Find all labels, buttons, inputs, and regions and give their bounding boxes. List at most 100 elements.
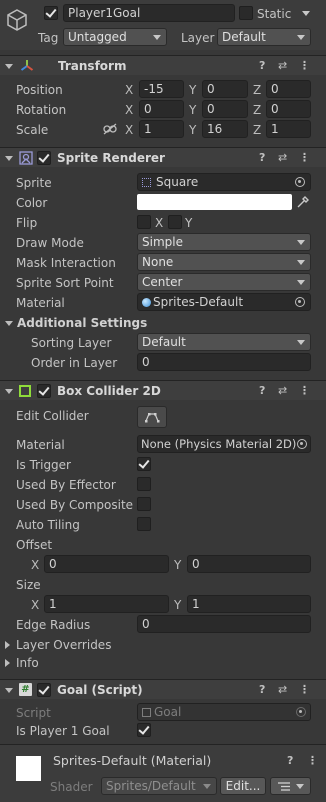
position-x-axis-label[interactable]: X xyxy=(125,83,133,97)
size-x-input[interactable]: 1 xyxy=(44,595,169,613)
rotation-z-axis-label[interactable]: Z xyxy=(253,103,261,117)
flip-y-checkbox[interactable] xyxy=(168,215,182,229)
scale-x-input[interactable]: 1 xyxy=(139,120,184,138)
rotation-y-input[interactable]: 0 xyxy=(202,100,248,118)
draw-mode-dropdown[interactable]: Simple xyxy=(137,233,311,251)
sprite-renderer-enabled-checkbox[interactable] xyxy=(37,151,51,165)
scale-y-input[interactable]: 16 xyxy=(202,120,248,138)
layer-dropdown[interactable]: Default xyxy=(217,28,311,46)
active-checkbox[interactable] xyxy=(44,6,58,20)
foldout-arrow-icon[interactable] xyxy=(5,688,13,693)
layer-overrides-foldout-icon[interactable] xyxy=(5,641,10,649)
more-menu-icon[interactable]: ⋮ xyxy=(299,60,310,72)
scale-y-axis-label[interactable]: Y xyxy=(189,123,196,137)
is-trigger-checkbox[interactable] xyxy=(137,457,151,471)
more-menu-icon[interactable]: ⋮ xyxy=(307,755,318,767)
offset-x-axis-label[interactable]: X xyxy=(31,558,39,572)
shader-edit-button[interactable]: Edit... xyxy=(220,777,266,795)
position-x-input[interactable]: -15 xyxy=(139,80,184,98)
mask-interaction-dropdown[interactable]: None xyxy=(137,253,311,271)
presets-icon[interactable]: ⇄ xyxy=(278,152,287,164)
used-by-composite-label: Used By Composite xyxy=(16,498,134,512)
transform-header[interactable]: Transform ? ⇄ ⋮ xyxy=(0,55,326,75)
material-label: Material xyxy=(16,296,65,310)
offset-y-input[interactable]: 0 xyxy=(187,555,311,573)
material-object-field[interactable]: Sprites-Default xyxy=(137,293,311,311)
additional-settings-label[interactable]: Additional Settings xyxy=(17,316,147,330)
used-by-effector-checkbox[interactable] xyxy=(137,477,151,491)
position-z-axis-label[interactable]: Z xyxy=(253,83,261,97)
layer-value: Default xyxy=(222,30,266,44)
foldout-arrow-icon[interactable] xyxy=(5,64,13,69)
object-picker-icon[interactable] xyxy=(297,439,307,449)
constrain-proportions-icon[interactable] xyxy=(103,123,117,135)
object-picker-icon[interactable] xyxy=(295,297,305,307)
presets-icon[interactable]: ⇄ xyxy=(278,385,287,397)
sprite-object-field[interactable]: Square xyxy=(137,173,311,191)
order-in-layer-input[interactable]: 0 xyxy=(137,353,311,371)
sprite-renderer-header[interactable]: Sprite Renderer ? ⇄ ⋮ xyxy=(0,147,326,167)
help-icon[interactable]: ? xyxy=(259,60,265,72)
shader-dropdown: Sprites/Default xyxy=(101,777,217,795)
material-section: Sprites-Default (Material) ? ⋮ Shader Sp… xyxy=(0,745,326,802)
layer-overrides-label[interactable]: Layer Overrides xyxy=(16,638,111,652)
mask-interaction-label: Mask Interaction xyxy=(16,256,116,270)
position-y-axis-label[interactable]: Y xyxy=(189,83,196,97)
used-by-composite-checkbox[interactable] xyxy=(137,497,151,511)
box-collider-enabled-checkbox[interactable] xyxy=(37,384,51,398)
goal-script-enabled-checkbox[interactable] xyxy=(37,683,51,697)
scale-x-axis-label[interactable]: X xyxy=(125,123,133,137)
help-icon[interactable]: ? xyxy=(259,385,265,397)
more-menu-icon[interactable]: ⋮ xyxy=(299,684,310,696)
foldout-arrow-icon[interactable] xyxy=(5,389,13,394)
scale-label: Scale xyxy=(16,123,49,137)
sprite-value: Square xyxy=(156,175,199,189)
eyedropper-icon[interactable] xyxy=(296,195,310,209)
static-dropdown-icon[interactable] xyxy=(302,11,310,16)
offset-x-input[interactable]: 0 xyxy=(44,555,169,573)
foldout-arrow-icon[interactable] xyxy=(5,156,13,161)
color-swatch[interactable] xyxy=(137,194,292,210)
rotation-x-axis-label[interactable]: X xyxy=(125,103,133,117)
physics-material-field[interactable]: None (Physics Material 2D) xyxy=(137,435,311,453)
presets-icon[interactable]: ⇄ xyxy=(278,60,287,72)
auto-tiling-checkbox[interactable] xyxy=(137,517,151,531)
info-label[interactable]: Info xyxy=(16,656,39,670)
more-menu-icon[interactable]: ⋮ xyxy=(299,152,310,164)
sprite-sort-point-dropdown[interactable]: Center xyxy=(137,273,311,291)
script-object-field: Goal xyxy=(137,703,311,721)
box-collider-title: Box Collider 2D xyxy=(57,384,161,398)
flip-x-checkbox[interactable] xyxy=(137,215,151,229)
shader-options-dropdown[interactable] xyxy=(270,777,311,795)
static-checkbox[interactable] xyxy=(239,6,253,20)
sorting-layer-dropdown[interactable]: Default xyxy=(137,333,311,351)
sprite-square-icon xyxy=(142,178,151,187)
position-z-input[interactable]: 0 xyxy=(266,80,311,98)
presets-icon[interactable]: ⇄ xyxy=(278,684,287,696)
help-icon[interactable]: ? xyxy=(259,152,265,164)
gameobject-name-input[interactable]: Player1Goal xyxy=(63,4,235,22)
is-player1-goal-checkbox[interactable] xyxy=(137,723,151,737)
offset-y-axis-label[interactable]: Y xyxy=(174,558,181,572)
size-y-input[interactable]: 1 xyxy=(187,595,311,613)
help-icon[interactable]: ? xyxy=(287,755,293,767)
rotation-x-input[interactable]: 0 xyxy=(139,100,184,118)
shader-label: Shader xyxy=(50,780,93,794)
help-icon[interactable]: ? xyxy=(259,684,265,696)
size-y-axis-label[interactable]: Y xyxy=(174,598,181,612)
position-y-input[interactable]: 0 xyxy=(202,80,248,98)
box-collider-header[interactable]: Box Collider 2D ? ⇄ ⋮ xyxy=(0,380,326,400)
edit-collider-button[interactable] xyxy=(137,406,167,428)
scale-z-input[interactable]: 1 xyxy=(266,120,311,138)
additional-settings-foldout-icon[interactable] xyxy=(5,321,13,326)
rotation-y-axis-label[interactable]: Y xyxy=(189,103,196,117)
size-x-axis-label[interactable]: X xyxy=(31,598,39,612)
object-picker-icon[interactable] xyxy=(295,177,305,187)
info-foldout-icon[interactable] xyxy=(5,659,10,667)
rotation-z-input[interactable]: 0 xyxy=(266,100,311,118)
goal-script-header[interactable]: # Goal (Script) ? ⇄ ⋮ xyxy=(0,679,326,699)
scale-z-axis-label[interactable]: Z xyxy=(253,123,261,137)
tag-dropdown[interactable]: Untagged xyxy=(63,28,167,46)
edge-radius-input[interactable]: 0 xyxy=(137,615,311,633)
more-menu-icon[interactable]: ⋮ xyxy=(299,385,310,397)
